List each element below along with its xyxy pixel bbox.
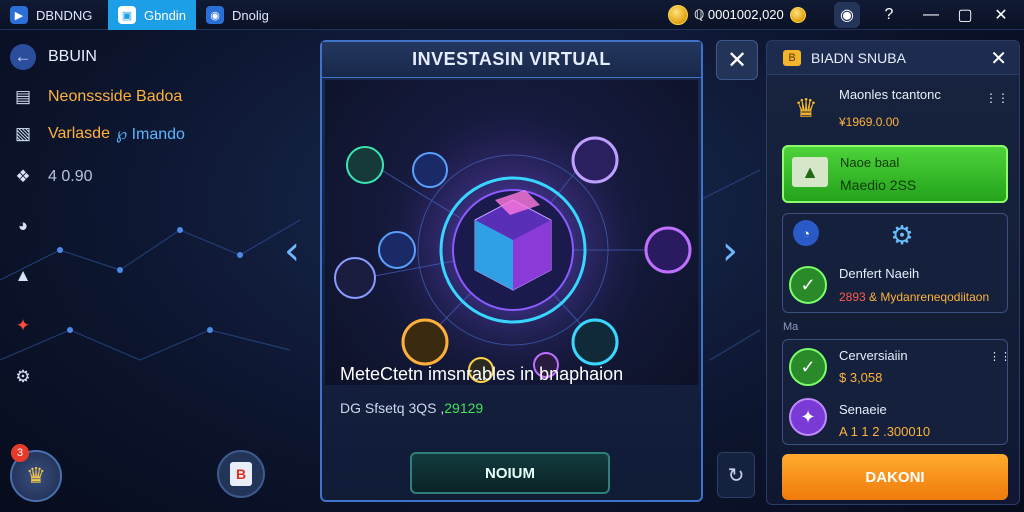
item3-card[interactable]: ✓ Cerversiaiin ⋮⋮ $ 3,058 ✦ Senaeie A 1 …	[782, 339, 1011, 445]
tab-label: Gbndin	[144, 7, 186, 23]
more-icon[interactable]: ⋮⋮	[985, 91, 1009, 105]
tab-label: Dnolig	[232, 7, 269, 23]
play-store-icon: ▶	[10, 6, 28, 24]
cube-network-illustration	[334, 110, 692, 385]
help-icon[interactable]: ?	[876, 2, 902, 28]
modal-subtext-prefix: DG Sfsetq 3QS ,	[340, 400, 445, 416]
green-card-subtitle: Maedio 2SS	[840, 177, 917, 193]
refresh-button[interactable]: ↻	[717, 452, 755, 498]
item3-title: Cerversiaiin	[839, 348, 908, 363]
right-panel-header: B BIADN SNUBA ✕	[767, 41, 1019, 75]
shield-icon[interactable]: ◉	[834, 2, 860, 28]
minimize-icon[interactable]: —	[918, 2, 944, 28]
modal-title: INVESTASIN VIRTUAL	[322, 42, 701, 78]
close-icon[interactable]: ✕	[988, 2, 1014, 28]
chart-icon: ▲	[792, 157, 828, 187]
close-modal-button[interactable]: ✕	[716, 40, 758, 80]
coin-icon	[668, 5, 688, 25]
modal-subtext: DG Sfsetq 3QS ,29129	[340, 400, 483, 416]
coin-icon	[789, 7, 806, 23]
timer-icon: ◔	[793, 220, 819, 246]
modal-description: MeteCtetn imsnrables in bnaphaion	[340, 364, 624, 384]
item2-card[interactable]: ◔ ⚙ ✓ Denfert Naeih 2893 & Mydanreneqodi…	[782, 213, 1008, 313]
tab-label: DBNDNG	[36, 7, 93, 23]
globe-icon: ◉	[206, 6, 224, 24]
item2-title: Denfert Naeih	[839, 266, 920, 281]
right-panel: B BIADN SNUBA ✕ ♛ Maonles tcantonc ⋮⋮ ¥1…	[766, 40, 1020, 505]
more-icon[interactable]: ⋮⋮	[989, 350, 1011, 363]
modal-action-button[interactable]: NOIUM	[410, 452, 610, 494]
balance-value: ℚ 0001002,020	[694, 7, 784, 22]
tab-gbndin[interactable]: ▣ Gbndin	[108, 0, 196, 30]
green-promo-card[interactable]: ▲ Naoe baal Maedio 2SS	[782, 145, 1008, 203]
app-icon: ▣	[118, 6, 136, 24]
right-panel-title: BIADN SNUBA	[811, 49, 906, 66]
item4-value: A 1 1 2 .300010	[839, 424, 931, 439]
modal-illustration	[325, 80, 698, 385]
top-bar: ▶ DBNDNG ▣ Gbndin ◉ Dnolig ℚ 0001002,020…	[0, 0, 1024, 30]
right-panel-close-icon[interactable]: ✕	[990, 46, 1007, 71]
section-label: Ma	[783, 321, 799, 333]
investment-modal: INVESTASIN VIRTUAL MeteCtetn imsnrables …	[320, 40, 703, 502]
balance-display: ℚ 0001002,020	[668, 4, 806, 26]
item1-title: Maonles tcantonc	[839, 87, 941, 102]
tab-dbndng[interactable]: ▶ DBNDNG	[0, 0, 102, 30]
spark-icon: ✦	[789, 398, 827, 436]
item3-value: $ 3,058	[839, 370, 883, 385]
check-icon: ✓	[789, 348, 827, 386]
refresh-icon: ↻	[727, 464, 745, 487]
item2-value: 2893 & Mydanreneqodiitaon	[839, 290, 990, 304]
close-icon: ✕	[726, 46, 748, 74]
robot-icon: ⚙	[890, 219, 914, 250]
maximize-icon[interactable]: ▢	[952, 2, 978, 28]
carousel-next-arrow[interactable]: ›	[722, 228, 738, 274]
tab-dnolig[interactable]: ◉ Dnolig	[196, 0, 279, 30]
carousel-prev-arrow[interactable]: ‹	[284, 228, 300, 274]
panel-badge-icon: B	[783, 49, 801, 66]
trophy-icon: ♛	[794, 92, 818, 123]
modal-subtext-value: 29129	[444, 400, 484, 416]
item1-value: ¥1969.0.00	[839, 115, 900, 129]
primary-action-button[interactable]: DAKONI	[782, 454, 1008, 500]
green-card-title: Naoe baal	[840, 155, 900, 170]
item4-title: Senaeie	[839, 402, 887, 417]
check-icon: ✓	[789, 266, 827, 304]
